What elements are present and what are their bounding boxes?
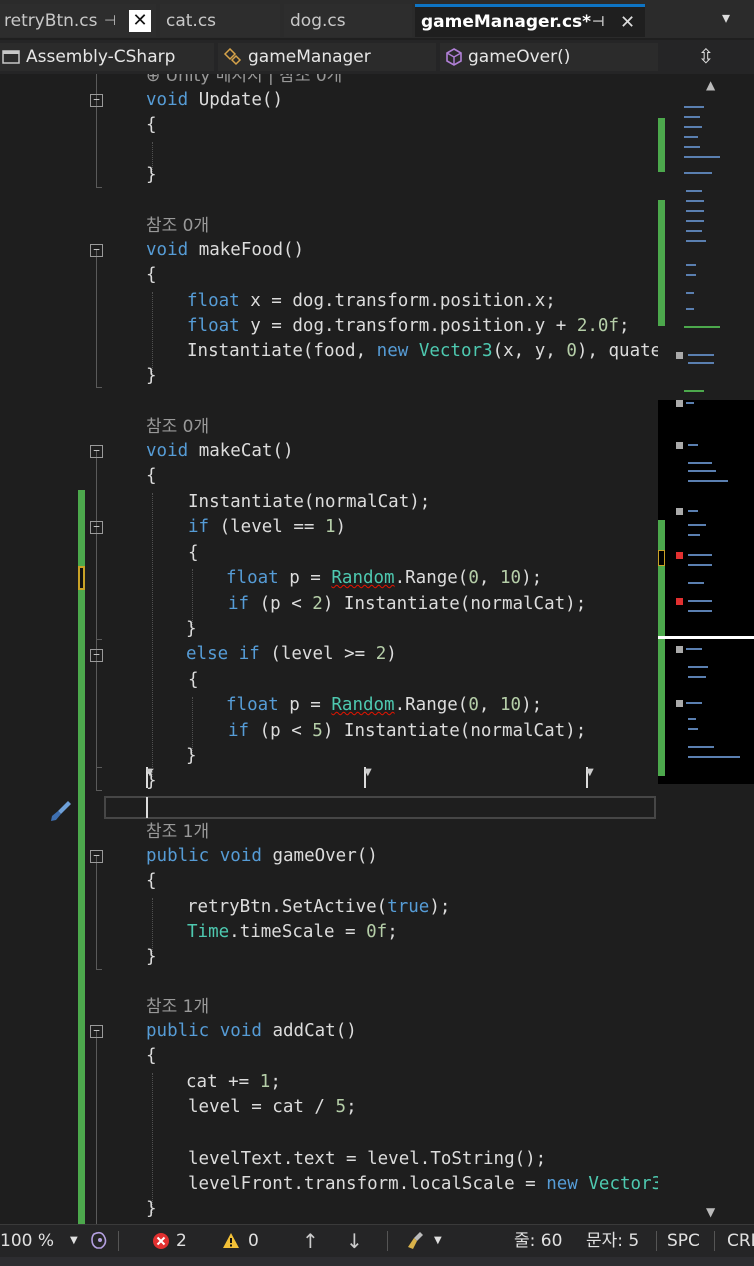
project-dropdown[interactable]: Assembly-CSharp ▼ — [0, 43, 214, 788]
codelens-references[interactable]: 참조 0개 — [146, 214, 209, 239]
broom-icon — [408, 1232, 423, 1249]
code-line: { — [146, 466, 157, 486]
member-label: gameOver() — [468, 47, 571, 67]
project-label: Assembly-CSharp — [26, 47, 176, 67]
zoom-dropdown[interactable]: 100 % ▼ — [0, 1225, 82, 1257]
codelens-references[interactable]: ⊕ Unity 메시지 | 참조 0개 — [146, 74, 342, 89]
code-line: if (level == 1) — [188, 517, 347, 537]
code-editor[interactable]: ⊕ Unity 메시지 | 참조 0개 void Update() { } 참조… — [0, 74, 658, 1224]
code-line: { — [146, 871, 157, 891]
tab-label: cat.cs — [166, 10, 217, 31]
code-line: public void addCat() — [146, 1021, 357, 1041]
minimap-viewport[interactable] — [658, 400, 754, 784]
code-line: void makeCat() — [146, 441, 294, 461]
scroll-down-icon[interactable]: ▼ — [706, 1205, 715, 1219]
zoom-level: 100 % — [0, 1231, 55, 1251]
code-line: float p = Random.Range(0, 10); — [226, 695, 543, 715]
codelens-references[interactable]: 참조 1개 — [146, 995, 209, 1020]
code-cleanup-button[interactable]: ▼ — [406, 1225, 442, 1257]
chevron-down-icon: ▼ — [70, 1235, 78, 1246]
code-line: levelText.text = level.ToString(); — [188, 1149, 547, 1169]
warning-count[interactable]: 0 — [222, 1225, 259, 1257]
codelens-references[interactable]: 참조 1개 — [146, 820, 209, 845]
close-icon[interactable]: ✕ — [620, 12, 635, 33]
whitespace-indicator[interactable]: SPC — [667, 1225, 700, 1257]
close-icon[interactable]: ✕ — [129, 9, 151, 32]
tab-retrybtn[interactable]: retryBtn.cs ⊣ ✕ — [0, 4, 156, 37]
code-line: } — [146, 771, 157, 791]
code-line: } — [146, 165, 157, 185]
window-bottom-edge — [0, 1257, 754, 1266]
warning-icon — [223, 1233, 239, 1248]
line-indicator[interactable]: 줄: 60 — [514, 1225, 562, 1257]
current-line-highlight — [104, 796, 656, 819]
status-bar: 100 % ▼ 2 0 ↑ ↓ ▼ 줄: 60 문자: 5 SPC CRL — [0, 1224, 754, 1257]
code-line: } — [146, 947, 157, 967]
code-line: { — [188, 670, 199, 690]
code-line: else if (level >= 2) — [186, 644, 397, 664]
code-line: } — [186, 619, 197, 639]
tab-bar: retryBtn.cs ⊣ ✕ cat.cs dog.cs gameManage… — [0, 0, 754, 40]
code-line: { — [188, 543, 199, 563]
code-line: void makeFood() — [146, 240, 305, 260]
column-indicator[interactable]: 문자: 5 — [586, 1225, 639, 1257]
class-label: gameManager — [248, 47, 371, 67]
minimap-change — [658, 200, 665, 326]
code-line: public void gameOver() — [146, 846, 378, 866]
member-dropdown[interactable]: gameOver() ▼ — [440, 43, 658, 788]
split-window-icon[interactable]: ⇳ — [658, 40, 754, 74]
tab-dog[interactable]: dog.cs — [284, 4, 412, 37]
tab-label: gameManager.cs* — [421, 12, 592, 32]
minimap-scrollbar[interactable]: ▲ ▼ — [658, 74, 754, 1224]
minimap-change — [658, 118, 665, 172]
code-line: cat += 1; — [186, 1072, 281, 1092]
tab-label: retryBtn.cs — [4, 10, 98, 31]
line-ending-indicator[interactable]: CRL — [727, 1225, 754, 1257]
code-line: float p = Random.Range(0, 10); — [226, 568, 543, 588]
tab-cat[interactable]: cat.cs — [160, 4, 280, 37]
code-line: } — [146, 1199, 157, 1219]
tab-gamemanager[interactable]: gameManager.cs* ⊣ ✕ — [415, 4, 645, 37]
code-line: Instantiate(normalCat); — [188, 492, 431, 512]
tab-overflow-icon[interactable]: ▾ — [722, 8, 730, 27]
code-line: { — [146, 115, 157, 135]
code-line: } — [186, 746, 197, 766]
code-line: levelFront.transform.localScale = new Ve… — [188, 1174, 658, 1194]
project-icon — [2, 50, 20, 64]
chevron-down-icon: ▼ — [434, 1235, 442, 1246]
pin-icon[interactable]: ⊣ — [592, 14, 605, 30]
method-icon — [446, 48, 462, 66]
code-line: if (p < 2) Instantiate(normalCat); — [228, 594, 587, 614]
class-dropdown[interactable]: gameManager ▼ — [218, 43, 436, 788]
pin-icon[interactable]: ⊣ — [104, 13, 116, 29]
code-line: retryBtn.SetActive(true); — [187, 897, 451, 917]
class-icon — [223, 48, 242, 66]
error-icon — [153, 1233, 169, 1249]
error-count[interactable]: 2 — [152, 1225, 187, 1257]
code-line: float x = dog.transform.position.x; — [187, 291, 556, 311]
code-line: if (p < 5) Instantiate(normalCat); — [228, 721, 587, 741]
code-line: { — [146, 265, 157, 285]
code-line: Time.timeScale = 0f; — [187, 922, 398, 942]
codelens-references[interactable]: 참조 0개 — [146, 415, 209, 440]
minimap-error-marker[interactable] — [676, 598, 683, 605]
previous-issue-button[interactable]: ↑ — [302, 1225, 319, 1257]
navigation-bar: Assembly-CSharp ▼ gameManager ▼ gameOver… — [0, 40, 658, 788]
code-line: float y = dog.transform.position.y + 2.0… — [187, 316, 630, 336]
code-line: level = cat / 5; — [188, 1097, 357, 1117]
text-cursor — [146, 797, 148, 818]
code-line: Instantiate(food, new Vector3(x, y, 0), … — [187, 341, 658, 361]
tab-label: dog.cs — [290, 10, 346, 31]
minimap-error-marker[interactable] — [676, 552, 683, 559]
intellicode-icon[interactable] — [88, 1225, 110, 1257]
scroll-up-icon[interactable]: ▲ — [706, 78, 715, 92]
code-line: { — [146, 1046, 157, 1066]
next-issue-button[interactable]: ↓ — [346, 1225, 363, 1257]
code-line: void Update() — [146, 90, 283, 110]
code-line: } — [146, 366, 157, 386]
